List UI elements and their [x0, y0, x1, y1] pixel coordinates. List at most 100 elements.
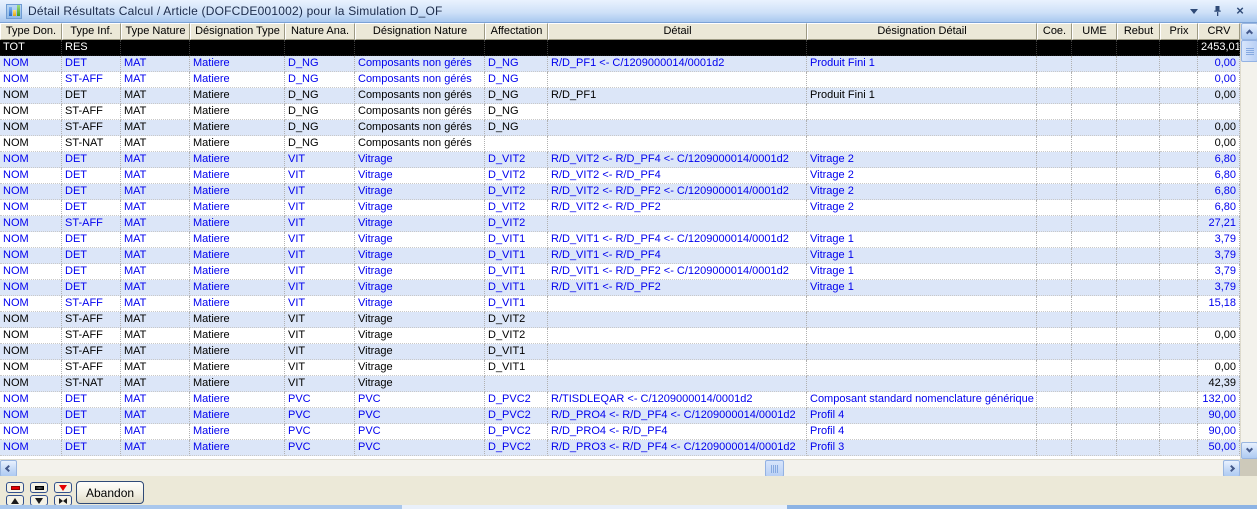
- horizontal-scroll-thumb[interactable]: [765, 460, 784, 477]
- cell-desig_nature: Vitrage: [355, 184, 485, 200]
- table-row[interactable]: NOMST-AFFMATMatiereVITVitrageD_VIT115,18: [0, 296, 1240, 312]
- column-header-type_inf[interactable]: Type Inf.: [62, 23, 121, 40]
- cell-desig_nature: Vitrage: [355, 280, 485, 296]
- table-row[interactable]: NOMDETMATMatiereVITVitrageD_VIT2R/D_VIT2…: [0, 200, 1240, 216]
- cell-desig_detail: Vitrage 1: [807, 264, 1037, 280]
- column-header-coe[interactable]: Coe.: [1037, 23, 1072, 40]
- cell-detail: R/D_PF1: [548, 88, 807, 104]
- column-header-rebut[interactable]: Rebut: [1117, 23, 1160, 40]
- cell-coe: [1037, 280, 1072, 296]
- cell-rebut: [1117, 168, 1160, 184]
- scroll-down-button[interactable]: [1241, 442, 1257, 459]
- column-header-desig_detail[interactable]: Désignation Détail: [807, 23, 1037, 40]
- column-header-crv[interactable]: CRV: [1198, 23, 1240, 40]
- cell-desig_type: Matiere: [190, 120, 285, 136]
- nav-button-1[interactable]: [6, 482, 24, 493]
- cell-ume: [1072, 168, 1117, 184]
- cell-type_nature: MAT: [121, 152, 190, 168]
- cell-type_don: NOM: [0, 120, 62, 136]
- vertical-scroll-thumb[interactable]: [1241, 40, 1257, 62]
- table-row[interactable]: NOMDETMATMatierePVCPVCD_PVC2R/D_PRO4 <- …: [0, 408, 1240, 424]
- horizontal-scrollbar[interactable]: [0, 459, 1240, 476]
- cell-desig_nature: PVC: [355, 408, 485, 424]
- abandon-button[interactable]: Abandon: [76, 481, 144, 504]
- cell-rebut: [1117, 296, 1160, 312]
- cell-type_don: NOM: [0, 344, 62, 360]
- table-row[interactable]: NOMST-AFFMATMatiereD_NGComposants non gé…: [0, 104, 1240, 120]
- table-row[interactable]: NOMST-AFFMATMatiereD_NGComposants non gé…: [0, 72, 1240, 88]
- cell-detail: R/D_VIT1 <- R/D_PF4: [548, 248, 807, 264]
- table-row[interactable]: NOMST-AFFMATMatiereVITVitrageD_VIT20,00: [0, 328, 1240, 344]
- cell-ume: [1072, 136, 1117, 152]
- table-row[interactable]: NOMST-NATMATMatiereD_NGComposants non gé…: [0, 136, 1240, 152]
- cell-nature_ana: VIT: [285, 280, 355, 296]
- cell-nature_ana: VIT: [285, 168, 355, 184]
- total-row[interactable]: TOTRES2453,01: [0, 40, 1240, 56]
- pin-button[interactable]: [1210, 4, 1224, 18]
- cell-crv: 15,18: [1198, 296, 1240, 312]
- cell-type_inf: DET: [62, 56, 121, 72]
- table-row[interactable]: NOMDETMATMatierePVCPVCD_PVC2R/D_PRO4 <- …: [0, 424, 1240, 440]
- table-row[interactable]: NOMDETMATMatiereVITVitrageD_VIT1R/D_VIT1…: [0, 280, 1240, 296]
- cell-type_nature: MAT: [121, 200, 190, 216]
- column-header-desig_nature[interactable]: Désignation Nature: [355, 23, 485, 40]
- column-header-desig_type[interactable]: Désignation Type: [190, 23, 285, 40]
- column-header-type_don[interactable]: Type Don.: [0, 23, 62, 40]
- column-header-detail[interactable]: Détail: [548, 23, 807, 40]
- cell-rebut: [1117, 376, 1160, 392]
- scroll-right-button[interactable]: [1223, 460, 1240, 477]
- cell-prix: [1160, 104, 1198, 120]
- table-row[interactable]: NOMST-AFFMATMatiereVITVitrageD_VIT227,21: [0, 216, 1240, 232]
- table-row[interactable]: NOMDETMATMatiereD_NGComposants non gérés…: [0, 88, 1240, 104]
- nav-button-2[interactable]: [30, 482, 48, 493]
- table-row[interactable]: NOMST-AFFMATMatiereVITVitrageD_VIT2: [0, 312, 1240, 328]
- cell-affectation: D_VIT1: [485, 280, 548, 296]
- table-row[interactable]: NOMDETMATMatiereVITVitrageD_VIT2R/D_VIT2…: [0, 152, 1240, 168]
- table-row[interactable]: NOMST-AFFMATMatiereVITVitrageD_VIT10,00: [0, 360, 1240, 376]
- table-row[interactable]: NOMDETMATMatiereVITVitrageD_VIT1R/D_VIT1…: [0, 248, 1240, 264]
- table-row[interactable]: NOMDETMATMatierePVCPVCD_PVC2R/D_PRO3 <- …: [0, 440, 1240, 456]
- cell-nature_ana: VIT: [285, 232, 355, 248]
- cell-desig_type: [190, 40, 285, 56]
- cell-prix: [1160, 248, 1198, 264]
- scroll-left-button[interactable]: [0, 460, 17, 477]
- cell-desig_type: Matiere: [190, 200, 285, 216]
- nav-button-3[interactable]: [54, 482, 72, 493]
- cell-type_don: NOM: [0, 424, 62, 440]
- column-header-prix[interactable]: Prix: [1160, 23, 1198, 40]
- cell-desig_type: Matiere: [190, 408, 285, 424]
- table-row[interactable]: NOMDETMATMatierePVCPVCD_PVC2R/TISDLEQAR …: [0, 392, 1240, 408]
- table-row[interactable]: NOMST-AFFMATMatiereVITVitrageD_VIT1: [0, 344, 1240, 360]
- cell-rebut: [1117, 104, 1160, 120]
- cell-detail: R/D_VIT1 <- R/D_PF4 <- C/1209000014/0001…: [548, 232, 807, 248]
- table-row[interactable]: NOMST-NATMATMatiereVITVitrage42,39: [0, 376, 1240, 392]
- table-row[interactable]: NOMDETMATMatiereVITVitrageD_VIT2R/D_VIT2…: [0, 184, 1240, 200]
- cell-desig_detail: Vitrage 1: [807, 248, 1037, 264]
- cell-type_don: NOM: [0, 248, 62, 264]
- cell-affectation: D_NG: [485, 56, 548, 72]
- scroll-up-button[interactable]: [1241, 23, 1257, 40]
- vertical-scrollbar[interactable]: [1240, 23, 1257, 459]
- cell-desig_nature: Vitrage: [355, 344, 485, 360]
- column-header-ume[interactable]: UME: [1072, 23, 1117, 40]
- column-header-nature_ana[interactable]: Nature Ana.: [285, 23, 355, 40]
- cell-nature_ana: D_NG: [285, 136, 355, 152]
- table-row[interactable]: NOMDETMATMatiereD_NGComposants non gérés…: [0, 56, 1240, 72]
- window-menu-button[interactable]: [1187, 4, 1201, 18]
- cell-coe: [1037, 440, 1072, 456]
- column-header-type_nature[interactable]: Type Nature: [121, 23, 190, 40]
- close-button[interactable]: ×: [1233, 4, 1247, 18]
- column-header-affectation[interactable]: Affectation: [485, 23, 548, 40]
- cell-detail: R/D_VIT2 <- R/D_PF4 <- C/1209000014/0001…: [548, 152, 807, 168]
- cell-rebut: [1117, 120, 1160, 136]
- cell-ume: [1072, 184, 1117, 200]
- cell-affectation: D_VIT2: [485, 200, 548, 216]
- cell-type_don: NOM: [0, 408, 62, 424]
- cell-prix: [1160, 216, 1198, 232]
- cell-crv: [1198, 344, 1240, 360]
- table-row[interactable]: NOMDETMATMatiereVITVitrageD_VIT1R/D_VIT1…: [0, 264, 1240, 280]
- cell-type_inf: ST-AFF: [62, 344, 121, 360]
- table-row[interactable]: NOMST-AFFMATMatiereD_NGComposants non gé…: [0, 120, 1240, 136]
- table-row[interactable]: NOMDETMATMatiereVITVitrageD_VIT2R/D_VIT2…: [0, 168, 1240, 184]
- table-row[interactable]: NOMDETMATMatiereVITVitrageD_VIT1R/D_VIT1…: [0, 232, 1240, 248]
